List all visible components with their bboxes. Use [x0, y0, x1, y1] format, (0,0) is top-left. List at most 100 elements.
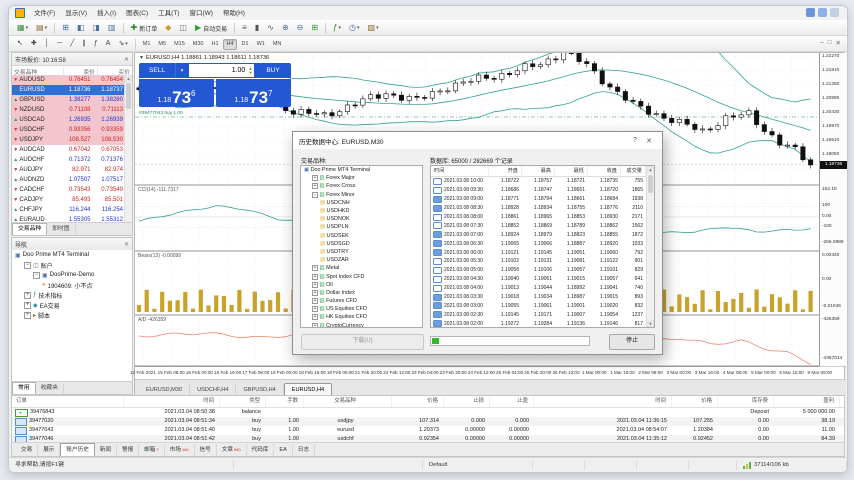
- text-tool-icon[interactable]: A: [103, 37, 114, 51]
- symbol-tree-item[interactable]: +▥Futures CFD: [301, 297, 422, 305]
- timeframe-m30[interactable]: M30: [189, 39, 207, 50]
- new-chart-icon[interactable]: ▦▾: [14, 21, 31, 35]
- zoom-in-icon[interactable]: ⊕: [279, 21, 292, 35]
- fibonacci-tool-icon[interactable]: ƒ: [91, 37, 101, 51]
- market-row-usdcad[interactable]: ▲USDCAD1.269351.26939: [12, 115, 125, 125]
- buy-button[interactable]: BUY: [255, 63, 291, 78]
- tree-expander-icon[interactable]: +: [312, 282, 318, 288]
- terminal-tab-新闻[interactable]: 新闻: [95, 444, 117, 456]
- symbol-tree-item[interactable]: +▥Dollar Index: [301, 289, 422, 297]
- tree-expander-icon[interactable]: +: [24, 302, 31, 309]
- timeframe-w1[interactable]: W1: [253, 39, 268, 50]
- status-profile[interactable]: Default: [423, 460, 533, 470]
- symbol-tree-item[interactable]: −▥Forex Minor: [301, 191, 422, 199]
- indicators-icon[interactable]: ƒ▾: [330, 21, 344, 35]
- tree-expander-icon[interactable]: +: [24, 312, 31, 319]
- tile-windows-icon[interactable]: ⊞: [308, 21, 321, 35]
- terminal-tab-展示[interactable]: 展示: [38, 444, 60, 456]
- symbol-tree-item[interactable]: ▤USDNOK: [301, 215, 422, 223]
- nav-item[interactable]: ▣Doo Prime MT4 Terminal: [12, 250, 132, 260]
- market-row-chfjpy[interactable]: ▲CHFJPY116.244116.254: [12, 205, 125, 215]
- candlestick-icon[interactable]: ▮: [252, 21, 262, 35]
- terminal-col[interactable]: 盈利: [774, 396, 840, 407]
- tree-expander-icon[interactable]: −: [24, 262, 31, 269]
- symbol-tree-item[interactable]: +▥Spot Index CFD: [301, 272, 422, 280]
- terminal-col[interactable]: 时间: [534, 396, 672, 407]
- terminal-col[interactable]: 订单: [12, 396, 124, 407]
- menu-item[interactable]: 显示(V): [60, 7, 92, 20]
- terminal-tab-日志[interactable]: 日志: [293, 444, 315, 456]
- navigator-tab[interactable]: 收藏夹: [36, 383, 64, 394]
- symbol-tree-item[interactable]: +▥HK Equities CFD: [301, 313, 422, 321]
- market-watch-tab[interactable]: 即时图: [47, 224, 75, 235]
- market-watch-scrollbar[interactable]: ▲: [124, 75, 132, 223]
- chart-minimize-icon[interactable]: –: [820, 39, 824, 47]
- new-order-button[interactable]: ✚新订单: [128, 21, 161, 35]
- nav-item[interactable]: +▸脚本: [12, 310, 132, 320]
- history-table-scrollbar[interactable]: ▲▼: [646, 166, 654, 327]
- market-row-usdjpy[interactable]: ▼USDJPY108.527108.530: [12, 135, 125, 145]
- timeframe-d1[interactable]: D1: [238, 39, 252, 50]
- history-row[interactable]: 2021.03.08 09:301.186861.187471.186511.1…: [431, 186, 654, 195]
- timeframe-m1[interactable]: M1: [139, 39, 154, 50]
- notifications-icon[interactable]: [830, 8, 839, 17]
- history-row[interactable]: 2021.03.08 10:001.187221.187571.187211.1…: [431, 177, 654, 186]
- timeframe-h1[interactable]: H1: [208, 39, 222, 50]
- history-row[interactable]: 2021.03.08 07:001.189241.189791.188231.1…: [431, 230, 654, 239]
- history-row[interactable]: 2021.03.08 06:301.190651.190661.188871.1…: [431, 239, 654, 248]
- timeframe-mn[interactable]: MN: [269, 39, 285, 50]
- market-row-gbpusd[interactable]: ▲GBPUSD1.382771.38280: [12, 95, 125, 105]
- history-col[interactable]: 收盘: [588, 166, 621, 176]
- scroll-down-icon[interactable]: ▼: [647, 320, 654, 327]
- history-row[interactable]: 2021.03.08 02:001.192721.192841.191361.1…: [431, 319, 654, 328]
- tree-expander-icon[interactable]: +: [312, 274, 318, 280]
- tree-expander-icon[interactable]: +: [312, 265, 318, 271]
- dialog-close-icon[interactable]: ✕: [642, 137, 656, 145]
- history-col[interactable]: 最低: [555, 166, 588, 176]
- symbol-tree-item[interactable]: ▤USDZAR: [301, 256, 422, 264]
- terminal-tab-信号[interactable]: 信号: [195, 444, 217, 456]
- timeframe-h4[interactable]: H4: [223, 39, 237, 50]
- stop-button[interactable]: 停止: [609, 334, 655, 350]
- terminal-col[interactable]: 交易品种: [304, 396, 392, 407]
- horizontal-line-tool-icon[interactable]: ─: [54, 37, 65, 51]
- history-row[interactable]: 2021.03.08 07:301.188521.188691.187891.1…: [431, 221, 654, 230]
- terminal-col[interactable]: 止损: [444, 396, 490, 407]
- oct-collapse-icon[interactable]: ▼: [139, 55, 144, 61]
- dialog-help-icon[interactable]: ?: [628, 137, 642, 144]
- tree-expander-icon[interactable]: +: [312, 306, 318, 312]
- history-row[interactable]: 2021.03.08 08:301.189281.189341.187551.1…: [431, 204, 654, 213]
- market-row-audusd[interactable]: ▼AUDUSD0.764510.76454: [12, 75, 125, 85]
- periods-icon[interactable]: ◷▾: [346, 21, 363, 35]
- history-row[interactable]: 2021.03.08 03:301.190181.190341.189871.1…: [431, 293, 654, 302]
- terminal-tab-EA[interactable]: EA: [274, 444, 292, 456]
- terminal-col[interactable]: 库存费: [718, 396, 774, 407]
- navigator-icon[interactable]: ◨: [89, 21, 103, 35]
- tree-expander-icon[interactable]: +: [24, 292, 31, 299]
- chart-restore-icon[interactable]: □: [828, 39, 832, 47]
- timeframe-m5[interactable]: M5: [155, 39, 170, 50]
- arrows-tool-icon[interactable]: ⇘▾: [115, 37, 130, 51]
- metaeditor-icon[interactable]: ◆: [162, 21, 174, 35]
- zoom-out-icon[interactable]: ⊖: [294, 21, 307, 35]
- volume-dropdown-icon[interactable]: ▼: [175, 63, 188, 78]
- terminal-col[interactable]: 价格: [392, 396, 444, 407]
- symbol-tree-item[interactable]: +▥CryptoCurrency: [301, 322, 422, 328]
- terminal-icon[interactable]: ▥: [105, 21, 119, 35]
- history-row[interactable]: 2021.03.08 05:301.191021.191311.190811.1…: [431, 257, 654, 266]
- chart-shift-icon[interactable]: ◫: [176, 21, 190, 35]
- volume-stepper[interactable]: ▲▼: [247, 67, 254, 75]
- symbol-tree-item[interactable]: ▤USDTRY: [301, 248, 422, 256]
- history-row[interactable]: 2021.03.08 03:001.190551.190611.190011.1…: [431, 301, 654, 310]
- ask-price-display[interactable]: 1.18 73 7: [216, 79, 291, 107]
- market-watch-tab[interactable]: 交易品种: [12, 223, 47, 235]
- nav-item[interactable]: −◫账户: [12, 260, 132, 270]
- terminal-col[interactable]: 止盈: [490, 396, 534, 407]
- tree-expander-icon[interactable]: +: [312, 323, 318, 328]
- menu-item[interactable]: 插入(I): [92, 7, 121, 20]
- menu-item[interactable]: 窗口(W): [184, 7, 217, 20]
- terminal-col[interactable]: 时间: [124, 396, 220, 407]
- market-row-audnzd[interactable]: ▲AUDNZD1.075071.07517: [12, 175, 125, 185]
- nav-item[interactable]: +◆EA交易: [12, 300, 132, 310]
- autotrading-button[interactable]: ▶自动交易: [192, 21, 230, 35]
